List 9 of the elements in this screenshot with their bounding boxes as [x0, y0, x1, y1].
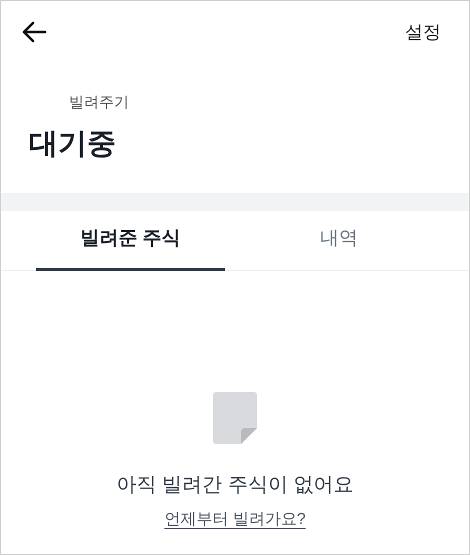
document-icon: [213, 392, 257, 444]
help-link[interactable]: 언제부터 빌려가요?: [164, 508, 306, 532]
settings-link[interactable]: 설정: [405, 18, 441, 46]
page-title: 대기중: [29, 128, 116, 160]
subtitle: 빌려주기: [69, 94, 129, 111]
tab[interactable]: 빌려준 주식: [36, 210, 225, 270]
tab[interactable]: 내역: [259, 210, 419, 270]
back-icon[interactable]: [21, 21, 47, 43]
empty-message: 아직 빌려간 주식이 없어요: [116, 472, 354, 498]
